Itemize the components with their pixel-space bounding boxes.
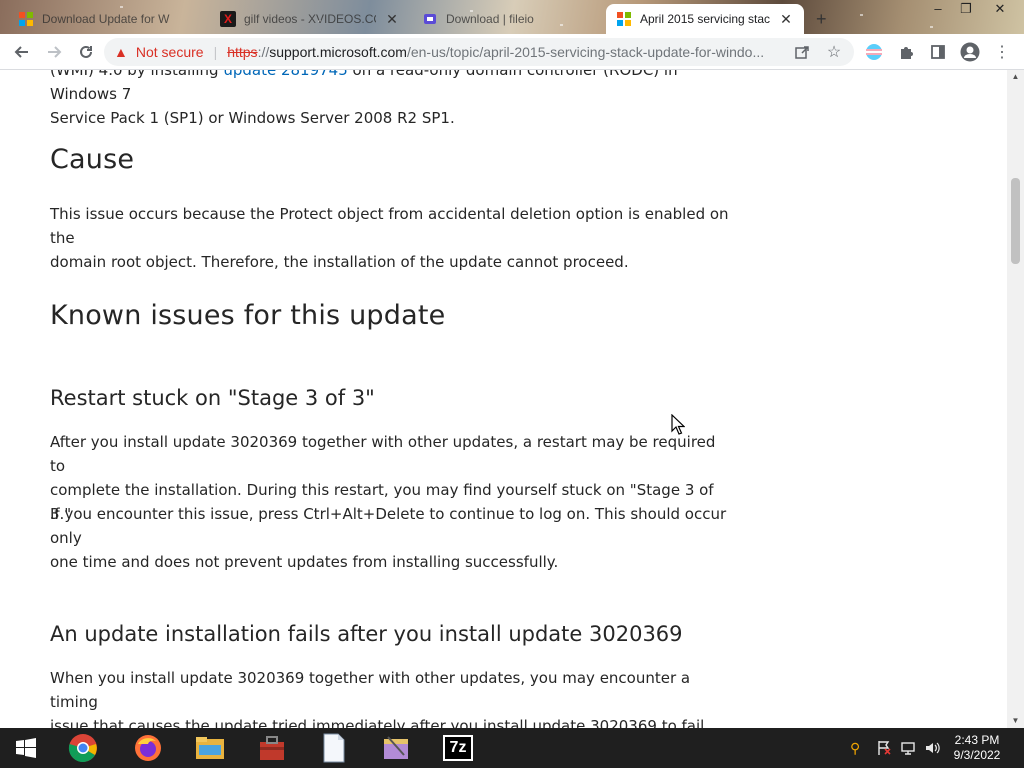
- side-panel-icon[interactable]: [926, 40, 950, 64]
- cause-text: This issue occurs because the Protect ob…: [50, 205, 729, 247]
- extensions-puzzle-icon[interactable]: [894, 40, 918, 64]
- mouse-cursor-icon: [671, 414, 685, 435]
- omnibox-divider: |: [213, 44, 218, 60]
- share-icon[interactable]: [790, 40, 814, 64]
- tab-xvideos[interactable]: X gilf videos - XVIDEOS.CO ✕: [210, 4, 410, 34]
- scroll-down-icon[interactable]: ▼: [1007, 714, 1024, 728]
- more-menu-icon[interactable]: ⋮: [990, 40, 1014, 64]
- tab-title: Download | fileio: [446, 12, 534, 26]
- volume-icon[interactable]: [924, 740, 940, 759]
- close-tab-icon[interactable]: ✕: [384, 11, 400, 28]
- back-icon[interactable]: [10, 40, 34, 64]
- fail-text: When you install update 3020369 together…: [50, 669, 691, 711]
- forward-icon[interactable]: [42, 40, 66, 64]
- scrollbar-thumb[interactable]: [1011, 178, 1020, 264]
- 7zip-icon[interactable]: 7z: [438, 732, 478, 764]
- security-status[interactable]: Not secure: [136, 44, 204, 60]
- intro-text: (WMI) 4.0 by installing: [50, 70, 224, 79]
- tab-strip: Download Update for W X gilf videos - XV…: [0, 0, 1024, 34]
- tab-title: Download Update for W: [42, 12, 170, 26]
- chrome-icon[interactable]: [63, 732, 103, 764]
- windows-taskbar: 7z ⚲ 2:43 PM 9/3/2022: [0, 728, 1024, 768]
- network-icon[interactable]: [900, 740, 916, 759]
- search-magnifier-icon[interactable]: ⚲: [850, 740, 860, 757]
- profile-extension-icon[interactable]: [862, 40, 886, 64]
- archive-tool-icon[interactable]: [376, 732, 416, 764]
- tab-download-update[interactable]: Download Update for W: [8, 4, 208, 34]
- fileio-icon: [422, 11, 438, 27]
- new-tab-button[interactable]: +: [816, 9, 827, 30]
- bookmark-star-icon[interactable]: ☆: [822, 40, 846, 64]
- file-explorer-icon[interactable]: [190, 732, 230, 764]
- restore-icon[interactable]: ❐: [952, 0, 980, 18]
- document-icon[interactable]: [314, 732, 354, 764]
- cause-heading: Cause: [50, 144, 135, 175]
- clock-date: 9/3/2022: [953, 748, 1001, 762]
- cause-paragraph: This issue occurs because the Protect ob…: [50, 202, 730, 274]
- close-window-icon[interactable]: ✕: [986, 0, 1014, 18]
- vertical-scrollbar[interactable]: ▲ ▼: [1007, 70, 1024, 728]
- windows-start-icon[interactable]: [6, 732, 46, 764]
- scroll-up-icon[interactable]: ▲: [1007, 70, 1024, 84]
- intro-text: Service Pack 1 (SP1) or Windows Server 2…: [50, 109, 455, 127]
- address-bar[interactable]: ▲ Not secure | https :// support.microso…: [104, 38, 854, 66]
- toolbox-icon[interactable]: [252, 732, 292, 764]
- update-fails-heading: An update installation fails after you i…: [50, 622, 683, 646]
- cause-text: domain root object. Therefore, the insta…: [50, 253, 629, 271]
- warning-icon[interactable]: ▲: [114, 44, 128, 60]
- firefox-icon[interactable]: [128, 732, 168, 764]
- url-scheme: https: [227, 44, 258, 60]
- tab-april-2015-servicing-stack[interactable]: April 2015 servicing stack ✕: [606, 4, 804, 34]
- page-viewport: (WMI) 4.0 by installing update 2819745 o…: [0, 70, 1007, 728]
- clock-time: 2:43 PM: [954, 733, 1000, 747]
- restart-stuck-heading: Restart stuck on "Stage 3 of 3": [50, 386, 375, 410]
- fail-text: issue that causes the update tried immed…: [50, 717, 710, 728]
- reload-icon[interactable]: [74, 40, 98, 64]
- url-path: /en-us/topic/april-2015-servicing-stack-…: [406, 44, 765, 60]
- x-logo-icon: X: [220, 11, 236, 27]
- microsoft-logo-icon: [616, 11, 632, 27]
- restart-text: After you install update 3020369 togethe…: [50, 433, 716, 475]
- tab-title: April 2015 servicing stack: [640, 12, 770, 26]
- close-tab-icon[interactable]: ✕: [778, 11, 794, 28]
- update-2819745-link[interactable]: update 2819745: [223, 70, 347, 79]
- system-clock[interactable]: 2:43 PM 9/3/2022: [940, 733, 1014, 763]
- url-separator: ://: [257, 44, 270, 60]
- action-center-flag-icon[interactable]: [876, 740, 892, 759]
- restart-text: If you encounter this issue, press Ctrl+…: [50, 505, 727, 547]
- minimize-icon[interactable]: –: [924, 0, 952, 18]
- 7zip-label: 7z: [443, 735, 473, 761]
- known-issues-heading: Known issues for this update: [50, 300, 446, 331]
- account-avatar-icon[interactable]: [958, 40, 982, 64]
- update-fails-paragraph: When you install update 3020369 together…: [50, 666, 730, 728]
- intro-paragraph: (WMI) 4.0 by installing update 2819745 o…: [50, 70, 730, 130]
- restart-text: one time and does not prevent updates fr…: [50, 553, 559, 571]
- browser-toolbar: ▲ Not secure | https :// support.microso…: [0, 34, 1024, 70]
- tab-fileio[interactable]: Download | fileio: [412, 4, 602, 34]
- url-host: support.microsoft.com: [269, 44, 407, 60]
- restart-paragraph-2: If you encounter this issue, press Ctrl+…: [50, 502, 730, 574]
- tab-title: gilf videos - XVIDEOS.CO: [244, 12, 376, 26]
- windows-logo-icon: [18, 11, 34, 27]
